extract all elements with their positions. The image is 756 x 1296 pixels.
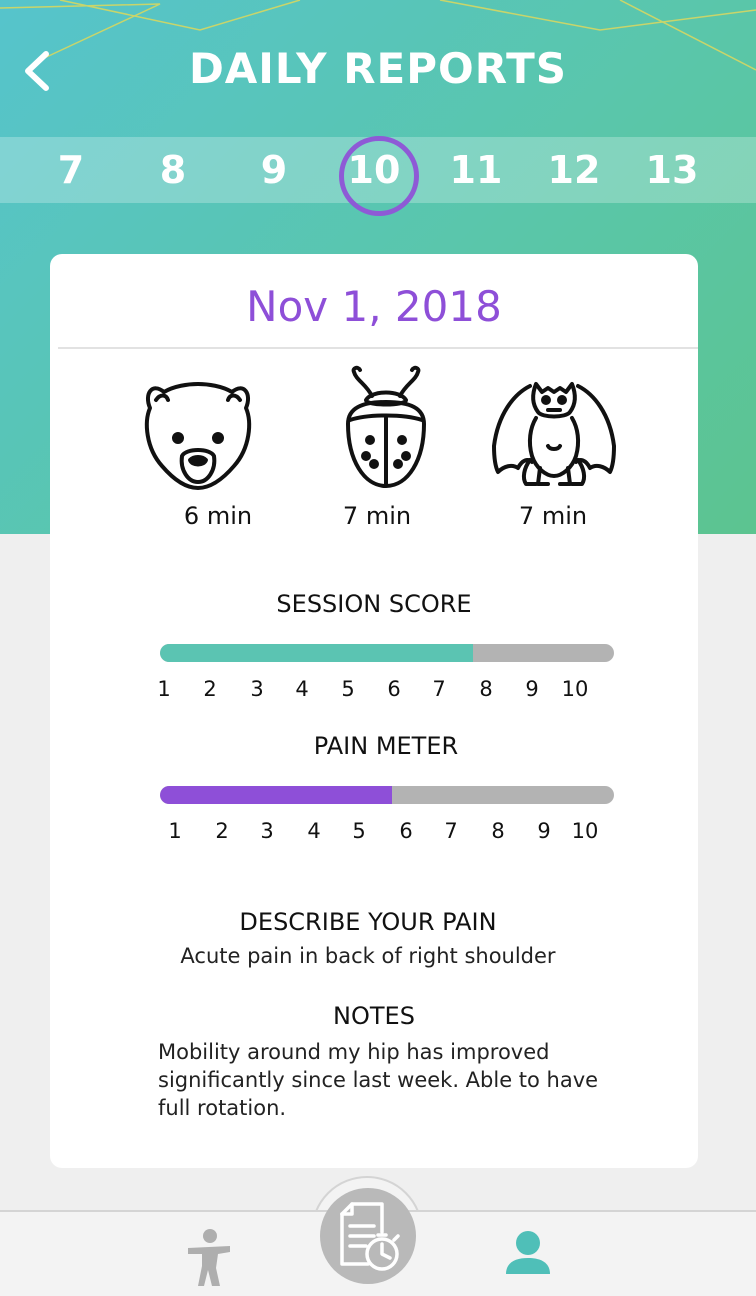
gargoyle-icon — [490, 372, 618, 492]
scale-tick: 3 — [250, 677, 264, 701]
scale-tick: 8 — [479, 677, 493, 701]
day-8[interactable]: 8 — [133, 137, 213, 203]
nav-profile-button[interactable] — [504, 1230, 552, 1276]
pain-meter-fill — [160, 786, 392, 804]
scale-tick: 9 — [537, 819, 551, 843]
describe-pain-title: DESCRIBE YOUR PAIN — [239, 908, 497, 936]
scale-tick: 1 — [157, 677, 171, 701]
nav-reports-button[interactable] — [320, 1188, 416, 1284]
scale-tick: 10 — [561, 677, 589, 701]
day-12[interactable]: 12 — [534, 137, 614, 203]
exercise-figure-icon — [188, 1229, 230, 1286]
bear-duration: 6 min — [183, 502, 253, 530]
scale-tick: 6 — [387, 677, 401, 701]
scale-tick: 5 — [352, 819, 366, 843]
report-timer-icon — [340, 1202, 400, 1271]
scale-tick: 2 — [203, 677, 217, 701]
nav-exercise-button[interactable] — [186, 1228, 238, 1288]
scale-tick: 3 — [260, 819, 274, 843]
report-date: Nov 1, 2018 — [246, 282, 502, 331]
day-10-selected[interactable]: 10 — [334, 136, 419, 216]
beetle-duration: 7 min — [342, 502, 412, 530]
session-score-fill — [160, 644, 474, 662]
notes-line: Mobility around my hip has improved — [158, 1040, 550, 1064]
scale-tick: 4 — [307, 819, 321, 843]
scale-tick: 5 — [341, 677, 355, 701]
bear-icon — [142, 378, 254, 492]
profile-icon — [506, 1231, 550, 1274]
scale-tick: 7 — [432, 677, 446, 701]
gargoyle-duration: 7 min — [518, 502, 588, 530]
pain-meter-title: PAIN METER — [313, 732, 459, 760]
pain-meter-scale: 1 2 3 4 5 6 7 8 9 10 — [50, 819, 698, 849]
day-13[interactable]: 13 — [632, 137, 712, 203]
notes-line: full rotation. — [158, 1096, 287, 1120]
session-score-scale: 1 2 3 4 5 6 7 8 9 10 — [50, 677, 698, 707]
report-card: Nov 1, 2018 6 min 7 min 7 min SESSION SC… — [50, 254, 698, 1168]
describe-pain-text: Acute pain in back of right shoulder — [180, 944, 556, 968]
day-11[interactable]: 11 — [436, 137, 516, 203]
scale-tick: 9 — [525, 677, 539, 701]
day-9[interactable]: 9 — [234, 137, 314, 203]
notes-text: Mobility around my hip has improved sign… — [158, 1038, 628, 1122]
beetle-icon — [338, 364, 434, 494]
session-score-bar — [160, 644, 614, 662]
notes-title: NOTES — [333, 1002, 415, 1030]
date-strip: 7 8 9 10 11 12 13 — [0, 136, 756, 216]
scale-tick: 7 — [444, 819, 458, 843]
scale-tick: 2 — [215, 819, 229, 843]
pain-meter-bar — [160, 786, 614, 804]
scale-tick: 10 — [571, 819, 599, 843]
divider — [58, 347, 698, 349]
scale-tick: 8 — [491, 819, 505, 843]
session-score-title: SESSION SCORE — [276, 590, 472, 618]
day-7[interactable]: 7 — [31, 137, 111, 203]
notes-line: significantly since last week. Able to h… — [158, 1068, 599, 1092]
scale-tick: 1 — [168, 819, 182, 843]
scale-tick: 6 — [399, 819, 413, 843]
page-title: DAILY REPORTS — [188, 44, 568, 93]
scale-tick: 4 — [295, 677, 309, 701]
